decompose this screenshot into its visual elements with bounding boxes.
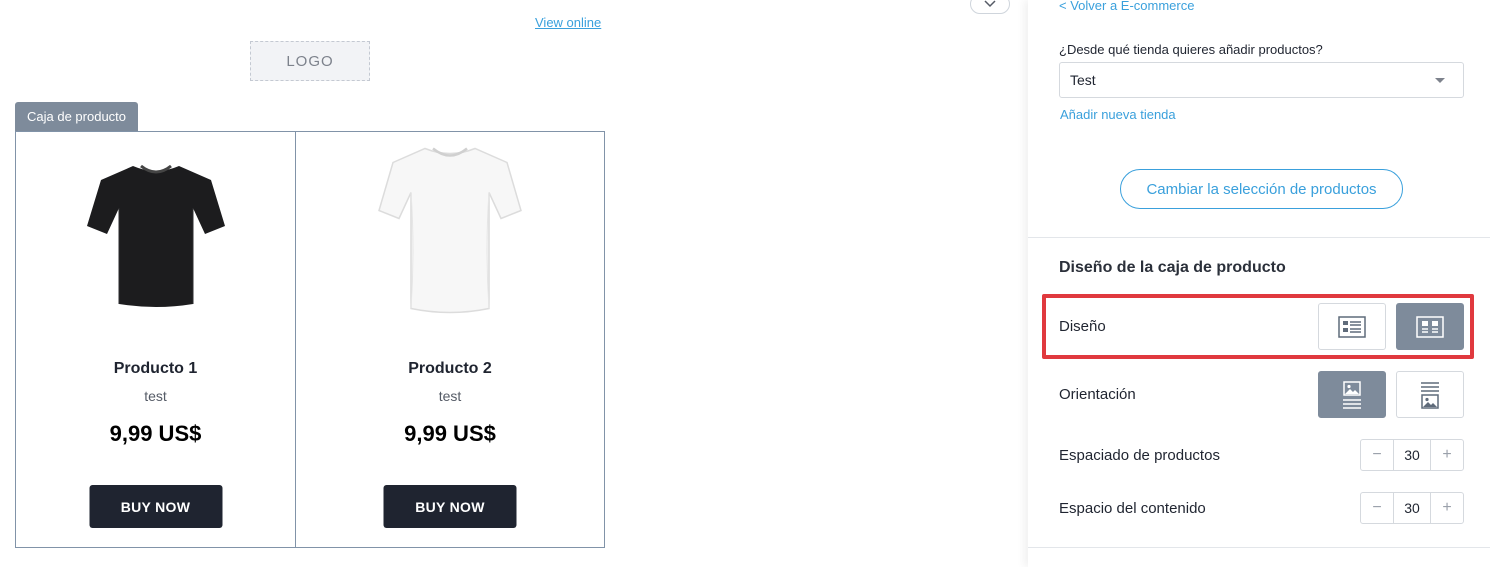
logo-placeholder[interactable]: LOGO <box>250 41 370 81</box>
product-name: Producto 1 <box>113 360 198 377</box>
buy-now-button[interactable]: BUY NOW <box>89 485 222 528</box>
product-spacing-value[interactable]: 30 <box>1393 440 1431 470</box>
product-price: 9,99 US$ <box>404 421 496 446</box>
store-select[interactable]: Test <box>1059 62 1464 98</box>
increment-button[interactable]: + <box>1431 493 1463 523</box>
image-top-button[interactable] <box>1318 371 1386 418</box>
list-layout-button[interactable] <box>1318 303 1386 350</box>
product-spacing-label: Espaciado de productos <box>1059 447 1220 464</box>
decrement-button[interactable]: − <box>1361 493 1393 523</box>
product-card[interactable]: Producto 2 test 9,99 US$ BUY NOW <box>295 132 604 547</box>
black-tshirt-image <box>86 164 225 307</box>
divider <box>1028 237 1490 238</box>
chevron-down-icon <box>984 0 996 8</box>
increment-button[interactable]: + <box>1431 440 1463 470</box>
grid-layout-button[interactable] <box>1396 303 1464 350</box>
settings-panel: < Volver a E-commerce ¿Desde qué tienda … <box>1028 0 1490 567</box>
product-description: test <box>438 388 462 404</box>
back-to-ecommerce-link[interactable]: < Volver a E-commerce <box>1059 0 1194 13</box>
store-select-value: Test <box>1070 72 1096 88</box>
collapse-button[interactable] <box>970 0 1010 14</box>
product-price: 9,99 US$ <box>109 421 202 446</box>
decrement-button[interactable]: − <box>1361 440 1393 470</box>
image-bottom-button[interactable] <box>1396 371 1464 418</box>
content-spacing-stepper: − 30 + <box>1360 492 1464 524</box>
orientation-label: Orientación <box>1059 386 1136 403</box>
add-store-link[interactable]: Añadir nueva tienda <box>1060 107 1176 122</box>
grid-layout-icon <box>1416 315 1444 338</box>
change-selection-button[interactable]: Cambiar la selección de productos <box>1120 169 1403 209</box>
list-layout-icon <box>1338 315 1366 338</box>
buy-now-button[interactable]: BUY NOW <box>383 485 517 528</box>
block-tag[interactable]: Caja de producto <box>15 102 139 131</box>
product-name: Producto 2 <box>408 360 492 377</box>
content-spacing-value[interactable]: 30 <box>1393 493 1431 523</box>
image-bottom-icon <box>1421 381 1439 409</box>
product-box[interactable]: Producto 1 test 9,99 US$ BUY NOW Product… <box>15 131 605 548</box>
email-canvas: View online LOGO Caja de producto Produc… <box>0 0 1028 567</box>
section-title: Diseño de la caja de producto <box>1059 259 1286 276</box>
product-card[interactable]: Producto 1 test 9,99 US$ BUY NOW <box>16 132 295 547</box>
layout-label: Diseño <box>1059 318 1106 335</box>
image-top-icon <box>1343 380 1361 409</box>
view-online-link[interactable]: View online <box>535 15 601 30</box>
content-spacing-label: Espacio del contenido <box>1059 500 1206 517</box>
store-question-label: ¿Desde qué tienda quieres añadir product… <box>1059 42 1323 57</box>
product-description: test <box>144 388 167 404</box>
white-tshirt-image <box>378 147 522 314</box>
product-spacing-stepper: − 30 + <box>1360 439 1464 471</box>
divider <box>1028 547 1490 548</box>
caret-down-icon <box>1435 78 1445 83</box>
